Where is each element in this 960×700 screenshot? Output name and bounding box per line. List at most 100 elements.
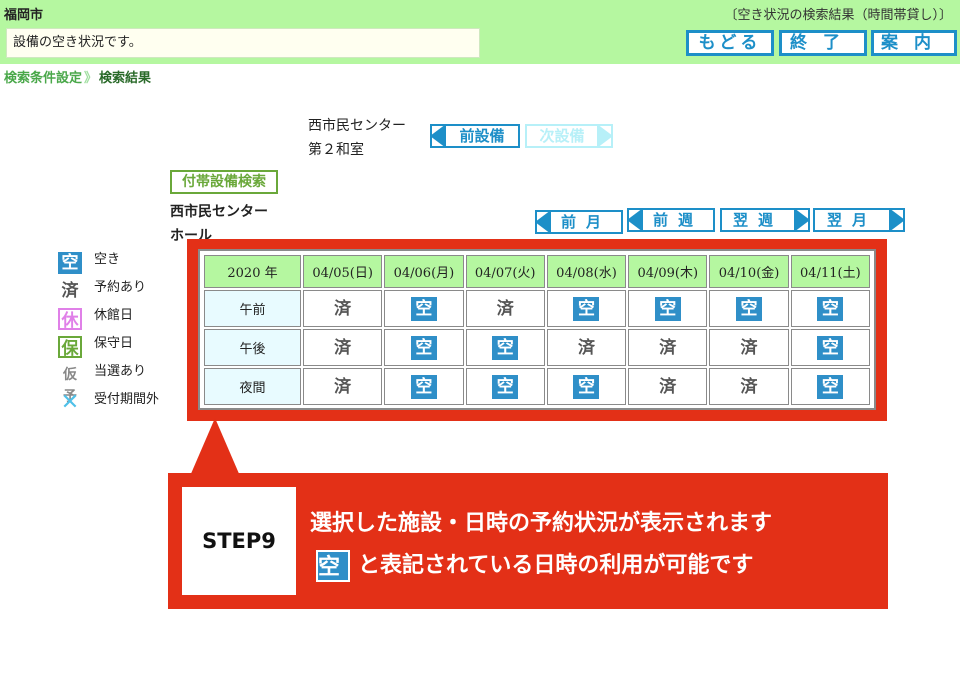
- vacant-icon[interactable]: 空: [654, 296, 681, 321]
- table-header-row: 2020 年 04/05(日) 04/06(月) 04/07(火) 04/08(…: [204, 255, 870, 288]
- next-month-button[interactable]: 翌月: [813, 208, 905, 232]
- next-week-button[interactable]: 翌週: [720, 208, 810, 232]
- next-month-label: 翌月: [826, 211, 877, 229]
- booked-icon: 済: [740, 337, 758, 358]
- breadcrumb-separator: 》: [84, 71, 98, 86]
- callout-text-2: と表記されている日時の利用が可能です: [358, 553, 754, 578]
- facility-name: 西市民センター: [308, 118, 406, 134]
- slot-cell[interactable]: 空: [384, 368, 464, 405]
- slot-cell[interactable]: 空: [790, 329, 870, 366]
- slot-cell[interactable]: 空: [790, 368, 870, 405]
- slot-cell: 済: [303, 368, 383, 405]
- period-cell: 午前: [204, 290, 301, 327]
- vacant-icon[interactable]: 空: [817, 296, 844, 321]
- prev-month-button[interactable]: 前月: [535, 210, 623, 234]
- booked-icon: 済: [334, 337, 352, 358]
- callout-line-2: 空と表記されている日時の利用が可能です: [316, 547, 753, 582]
- breadcrumb-search-conditions[interactable]: 検索条件設定: [4, 71, 82, 86]
- table-row: 午前 済 空 済 空 空 空 空: [204, 290, 870, 327]
- next-facility-button[interactable]: 次設備: [525, 124, 613, 148]
- breadcrumb: 検索条件設定》検索結果: [4, 67, 151, 86]
- next-week-label: 翌週: [732, 211, 783, 229]
- breadcrumb-search-results: 検索結果: [99, 71, 152, 86]
- slot-cell[interactable]: 空: [790, 290, 870, 327]
- closed-icon: 休: [58, 308, 82, 331]
- prev-facility-label: 前設備: [459, 127, 505, 145]
- legend-label: 受付期間外: [94, 392, 160, 407]
- availability-grid-highlight: 2020 年 04/05(日) 04/06(月) 04/07(火) 04/08(…: [187, 239, 887, 421]
- back-button[interactable]: もどる: [686, 30, 774, 56]
- date-header: 04/07(火): [465, 255, 545, 288]
- vacant-icon: 空: [58, 252, 82, 274]
- legend-label: 休館日: [94, 308, 134, 323]
- legend-label: 当選あり: [94, 364, 147, 379]
- arrow-right-icon: [597, 124, 613, 148]
- facility-title: 西市民センター 第２和室: [308, 114, 406, 162]
- vacant-icon[interactable]: 空: [817, 335, 844, 360]
- legend-label: 保守日: [94, 336, 134, 351]
- aux-equipment-search-button[interactable]: 付帯設備検索: [170, 170, 278, 194]
- availability-table: 2020 年 04/05(日) 04/06(月) 04/07(火) 04/08(…: [202, 253, 872, 407]
- guide-button[interactable]: 案内: [871, 30, 957, 56]
- date-header: 04/09(木): [628, 255, 708, 288]
- booked-icon: 済: [334, 376, 352, 397]
- slot-cell[interactable]: 空: [384, 329, 464, 366]
- top-bar: 福岡市 〔空き状況の検索結果（時間帯貸し）〕 設備の空き状況です。 もどる 終了…: [0, 0, 960, 64]
- slot-cell[interactable]: 空: [709, 290, 789, 327]
- slot-cell[interactable]: 空: [465, 368, 545, 405]
- vacant-icon[interactable]: 空: [410, 296, 437, 321]
- arrow-left-icon: [535, 210, 551, 234]
- date-header: 04/11(土): [790, 255, 870, 288]
- vacant-icon[interactable]: 空: [817, 374, 844, 399]
- booked-icon: 済: [496, 298, 514, 319]
- prev-week-button[interactable]: 前週: [627, 208, 715, 232]
- slot-cell[interactable]: 空: [546, 290, 627, 327]
- vacant-icon[interactable]: 空: [492, 374, 519, 399]
- vacant-icon[interactable]: 空: [573, 296, 600, 321]
- booked-icon: 済: [577, 337, 595, 358]
- slot-cell: 済: [628, 368, 708, 405]
- slot-cell: 済: [465, 290, 545, 327]
- date-header: 04/06(月): [384, 255, 464, 288]
- prev-facility-button[interactable]: 前設備: [430, 124, 520, 148]
- vacant-icon[interactable]: 空: [410, 374, 437, 399]
- table-row: 午後 済 空 空 済 済 済 空: [204, 329, 870, 366]
- slot-cell: 済: [303, 290, 383, 327]
- period-cell: 夜間: [204, 368, 301, 405]
- cross-icon: ✕: [60, 390, 80, 415]
- vacant-icon[interactable]: 空: [492, 335, 519, 360]
- slot-cell: 済: [709, 368, 789, 405]
- year-header: 2020 年: [204, 255, 301, 288]
- vacant-icon[interactable]: 空: [736, 296, 763, 321]
- slot-cell: 済: [303, 329, 383, 366]
- arrow-left-icon: [430, 124, 446, 148]
- slot-cell[interactable]: 空: [384, 290, 464, 327]
- slot-cell[interactable]: 空: [628, 290, 708, 327]
- vacant-icon[interactable]: 空: [410, 335, 437, 360]
- next-facility-label: 次設備: [539, 127, 585, 145]
- legend-label: 空き: [94, 252, 121, 267]
- page-subtitle: 〔空き状況の検索結果（時間帯貸し）〕: [724, 8, 952, 23]
- facility-room: 第２和室: [308, 142, 364, 158]
- table-row: 夜間 済 空 空 空 済 済 空: [204, 368, 870, 405]
- booked-icon: 済: [659, 337, 677, 358]
- legend-label: 予約あり: [94, 280, 147, 295]
- slot-cell[interactable]: 空: [465, 329, 545, 366]
- hall-name: 西市民センター: [170, 204, 268, 220]
- date-header: 04/05(日): [303, 255, 383, 288]
- slot-cell: 済: [628, 329, 708, 366]
- booked-icon: 済: [659, 376, 677, 397]
- step-callout: STEP9 選択した施設・日時の予約状況が表示されます 空と表記されている日時の…: [168, 473, 888, 609]
- booked-icon: 済: [61, 281, 79, 301]
- end-button[interactable]: 終了: [779, 30, 867, 56]
- maintenance-icon: 保: [58, 336, 82, 359]
- vacant-icon[interactable]: 空: [573, 374, 600, 399]
- date-header: 04/10(金): [709, 255, 789, 288]
- arrow-left-icon: [627, 208, 643, 232]
- slot-cell[interactable]: 空: [546, 368, 627, 405]
- prev-week-label: 前週: [652, 211, 703, 229]
- arrow-right-icon: [794, 208, 810, 232]
- arrow-right-icon: [889, 208, 905, 232]
- lottery-icon: 仮予: [63, 367, 77, 405]
- prev-month-label: 前月: [560, 213, 611, 231]
